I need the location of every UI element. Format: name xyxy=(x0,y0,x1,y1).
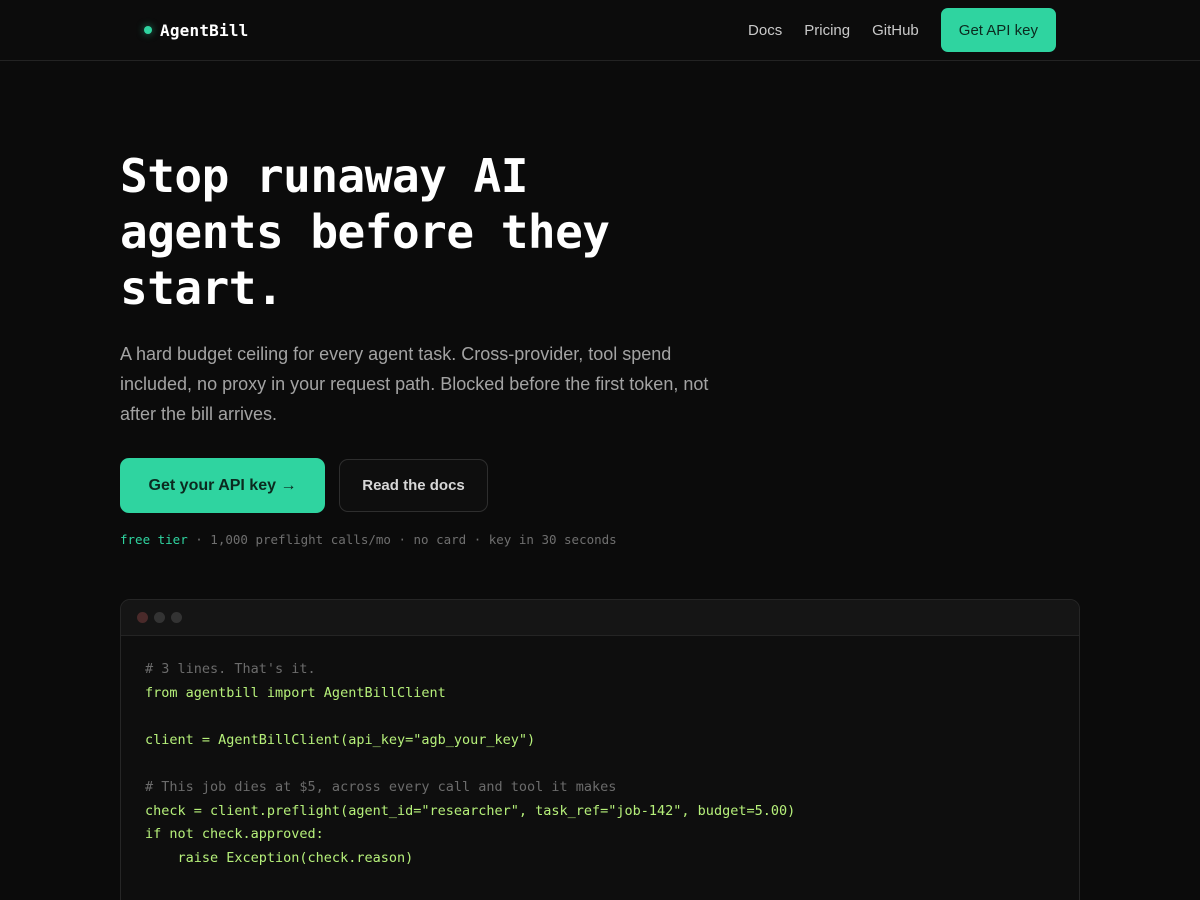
code-comment-line: # This job dies at $5, across every call… xyxy=(145,778,617,795)
nav-links: Docs Pricing GitHub Get API key xyxy=(748,8,1056,52)
code-example-window: # 3 lines. That's it. from agentbill impo… xyxy=(120,599,1080,900)
hero-title-line: Stop runaway AI xyxy=(120,149,528,203)
free-tier-note: free tier · 1,000 preflight calls/mo · n… xyxy=(120,532,617,550)
hero-subtitle: A hard budget ceiling for every agent ta… xyxy=(120,344,709,424)
window-close-dot-icon xyxy=(137,612,148,623)
code-line: if not check.approved: xyxy=(145,826,324,843)
get-your-api-key-button[interactable]: Get your API key → xyxy=(120,458,325,513)
code-line: client = AgentBillClient(api_key="agb_yo… xyxy=(145,731,536,748)
hero-title: Stop runaway AI agents before they start… xyxy=(120,148,740,316)
code-line: from agentbill import AgentBillClient xyxy=(145,684,446,701)
nav-link-github[interactable]: GitHub xyxy=(872,22,919,39)
brand-logo[interactable]: AgentBill xyxy=(144,18,249,42)
code-window-titlebar xyxy=(121,600,1079,636)
code-line: raise Exception(check.reason) xyxy=(145,849,414,866)
hero-title-line: agents before they xyxy=(120,205,610,259)
window-maximize-dot-icon xyxy=(171,612,182,623)
free-tier-label: free tier xyxy=(120,532,188,547)
window-minimize-dot-icon xyxy=(154,612,165,623)
brand-name: AgentBill xyxy=(160,20,249,40)
code-line: check = client.preflight(agent_id="resea… xyxy=(145,802,796,819)
code-comment-line: # 3 lines. That's it. xyxy=(145,661,316,677)
top-navbar: AgentBill Docs Pricing GitHub Get API ke… xyxy=(0,0,1200,61)
hero-title-line: start. xyxy=(120,261,284,315)
code-block: # 3 lines. That's it. from agentbill impo… xyxy=(121,636,1079,892)
nav-link-pricing[interactable]: Pricing xyxy=(804,22,850,39)
read-the-docs-button[interactable]: Read the docs xyxy=(339,459,488,512)
free-tier-details: · 1,000 preflight calls/mo · no card · k… xyxy=(187,532,617,547)
get-api-key-button[interactable]: Get API key xyxy=(940,8,1056,52)
nav-link-docs[interactable]: Docs xyxy=(748,22,782,39)
brand-dot-icon xyxy=(144,26,152,34)
